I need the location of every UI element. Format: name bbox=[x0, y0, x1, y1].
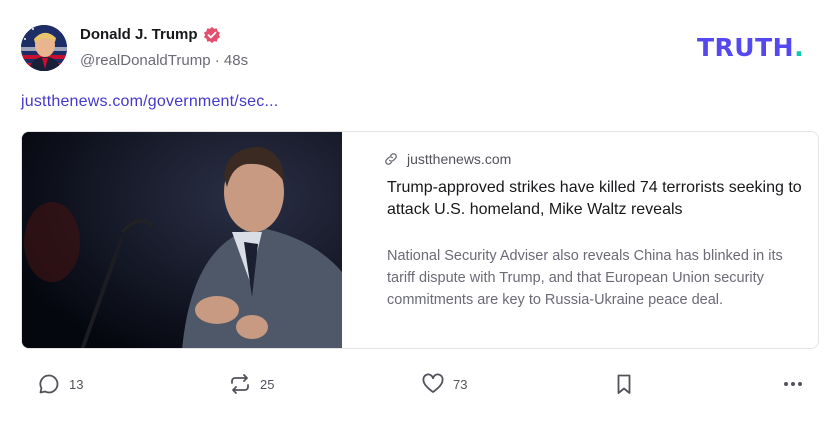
bookmark-button[interactable] bbox=[612, 372, 636, 396]
avatar-image bbox=[21, 25, 67, 71]
heart-icon bbox=[422, 373, 444, 393]
verified-badge-icon bbox=[203, 26, 221, 44]
link-preview-card[interactable]: justthenews.com Trump-approved strikes h… bbox=[21, 131, 819, 349]
reply-count: 13 bbox=[69, 376, 84, 392]
author-name[interactable]: Donald J. Trump bbox=[80, 26, 198, 43]
retruth-count: 25 bbox=[260, 376, 275, 392]
retruth-button[interactable]: 25 bbox=[228, 372, 274, 396]
more-options-button[interactable] bbox=[781, 372, 805, 396]
card-domain-row: justthenews.com bbox=[383, 151, 511, 167]
card-domain: justthenews.com bbox=[407, 151, 512, 167]
like-button[interactable]: 73 bbox=[421, 372, 467, 396]
card-title[interactable]: Trump-approved strikes have killed 74 te… bbox=[387, 177, 807, 221]
repost-arrows-icon bbox=[231, 374, 249, 394]
card-description: National Security Adviser also reveals C… bbox=[387, 248, 783, 308]
card-body: justthenews.com Trump-approved strikes h… bbox=[365, 132, 815, 348]
avatar[interactable] bbox=[21, 25, 67, 71]
meta-separator: · bbox=[214, 52, 220, 69]
truth-logo[interactable]: TRUTH. bbox=[697, 33, 804, 62]
reply-button[interactable]: 13 bbox=[37, 372, 83, 396]
bookmark-icon bbox=[617, 374, 631, 394]
author-handle[interactable]: @realDonaldTrump bbox=[80, 52, 211, 69]
logo-text: TRUTH bbox=[697, 33, 795, 62]
chain-link-icon bbox=[385, 153, 397, 165]
post-link[interactable]: justthenews.com/government/sec... bbox=[21, 93, 278, 111]
logo-dot: . bbox=[794, 33, 805, 62]
speech-bubble-icon bbox=[39, 374, 59, 394]
author-meta: @realDonaldTrump · 48s bbox=[80, 52, 248, 69]
like-count: 73 bbox=[453, 376, 468, 392]
post-time[interactable]: 48s bbox=[224, 52, 248, 69]
card-image bbox=[22, 132, 342, 348]
post: Donald J. Trump @realDonaldTrump · 48s T… bbox=[0, 0, 840, 424]
ellipsis-icon bbox=[784, 382, 802, 386]
